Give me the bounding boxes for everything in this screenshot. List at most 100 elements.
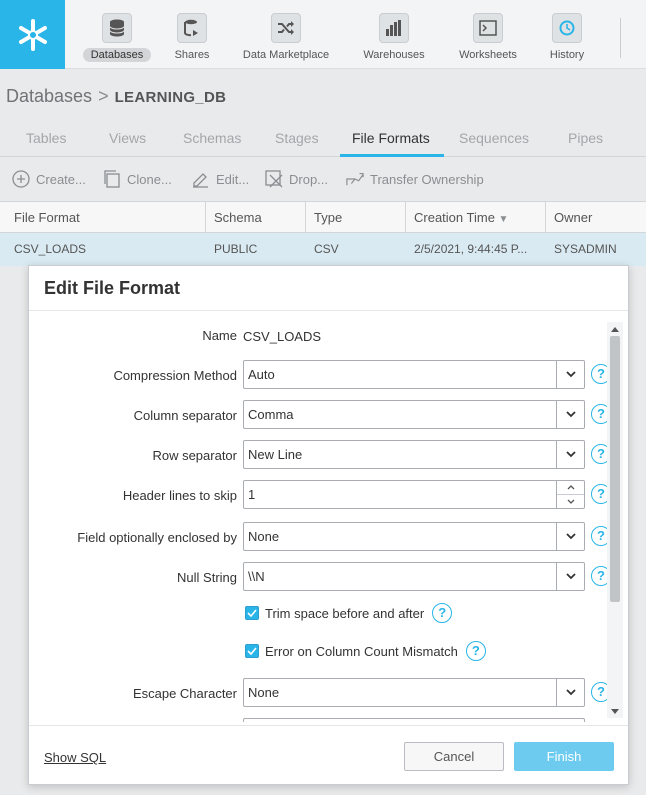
error-mismatch-option: Error on Column Count Mismatch ? — [245, 641, 486, 661]
tab-views[interactable]: Views — [109, 130, 146, 146]
nav-label: Warehouses — [363, 49, 425, 61]
nav-history[interactable]: History — [538, 0, 596, 69]
drop-icon — [265, 170, 283, 188]
table-row[interactable]: CSV_LOADS PUBLIC CSV 2/5/2021, 9:44:45 P… — [0, 233, 646, 266]
transfer-ownership-button[interactable]: Transfer Ownership — [346, 170, 484, 188]
stepper-down-icon[interactable] — [557, 495, 584, 508]
show-sql-link[interactable]: Show SQL — [44, 750, 106, 765]
share-icon — [177, 13, 207, 43]
drop-button[interactable]: Drop... — [265, 170, 328, 188]
chevron-down-icon — [556, 361, 584, 388]
breadcrumb-databases[interactable]: Databases — [6, 86, 92, 106]
edit-label: Edit... — [216, 171, 250, 187]
pencil-icon — [192, 170, 210, 188]
warehouse-icon — [379, 13, 409, 43]
chevron-down-icon — [556, 401, 584, 428]
snowflake-icon — [18, 18, 47, 51]
edit-button[interactable]: Edit... — [192, 170, 249, 188]
header-lines-label: Header lines to skip — [122, 488, 237, 503]
transfer-label: Transfer Ownership — [370, 171, 484, 187]
history-icon — [552, 13, 582, 43]
snowflake-logo[interactable] — [0, 0, 65, 69]
help-icon[interactable]: ? — [591, 526, 607, 546]
shuffle-icon — [271, 13, 301, 43]
help-icon[interactable]: ? — [591, 404, 607, 424]
chevron-down-icon — [556, 441, 584, 468]
object-tabs: Tables Views Schemas Stages File Formats… — [0, 124, 646, 157]
tab-sequences[interactable]: Sequences — [459, 130, 529, 146]
tab-stages[interactable]: Stages — [275, 130, 319, 146]
tab-tables[interactable]: Tables — [26, 130, 66, 146]
help-icon[interactable]: ? — [591, 364, 607, 384]
scroll-down-icon[interactable] — [610, 706, 620, 716]
breadcrumb-current: LEARNING_DB — [114, 89, 227, 106]
finish-button[interactable]: Finish — [514, 742, 614, 771]
escape-character-select[interactable]: None — [243, 678, 585, 707]
cell-owner: SYSADMIN — [554, 242, 617, 256]
column-header-file-format[interactable]: File Format — [6, 202, 206, 233]
compression-label: Compression Method — [113, 368, 237, 383]
column-header-creation-time[interactable]: Creation Time ▼ — [406, 202, 546, 233]
dialog-body: Name CSV_LOADS Compression Method Auto ?… — [29, 312, 607, 722]
dialog-footer-divider — [29, 725, 628, 726]
clone-button[interactable]: Clone... — [103, 170, 172, 188]
help-icon[interactable]: ? — [591, 444, 607, 464]
clone-icon — [103, 170, 121, 188]
breadcrumb-separator: > — [98, 86, 109, 106]
tab-schemas[interactable]: Schemas — [183, 130, 241, 146]
column-header-schema[interactable]: Schema — [206, 202, 306, 233]
trim-space-checkbox[interactable] — [245, 606, 259, 620]
name-value: CSV_LOADS — [243, 329, 322, 344]
error-mismatch-checkbox[interactable] — [245, 644, 259, 658]
error-mismatch-label: Error on Column Count Mismatch — [265, 643, 458, 659]
toolbar: Create... Clone... Edit... Drop... Trans… — [0, 158, 646, 200]
nav-data-marketplace[interactable]: Data Marketplace — [232, 0, 340, 69]
help-icon[interactable]: ? — [591, 566, 607, 586]
scrollbar-thumb[interactable] — [610, 336, 620, 602]
help-icon[interactable]: ? — [591, 682, 607, 702]
nav-databases[interactable]: Databases — [80, 0, 154, 69]
cancel-button[interactable]: Cancel — [404, 742, 504, 771]
breadcrumb: Databases > LEARNING_DB — [6, 86, 226, 107]
terminal-icon — [473, 13, 503, 43]
column-header-owner[interactable]: Owner — [546, 202, 646, 233]
chevron-down-icon — [556, 523, 584, 550]
compression-select[interactable]: Auto — [243, 360, 585, 389]
trim-space-option: Trim space before and after ? — [245, 603, 453, 623]
help-icon[interactable]: ? — [591, 484, 607, 504]
tab-file-formats[interactable]: File Formats — [352, 130, 430, 146]
chevron-down-icon — [556, 679, 584, 706]
cell-file-format: CSV_LOADS — [14, 242, 87, 256]
dialog-scrollbar[interactable] — [607, 322, 623, 718]
tab-pipes[interactable]: Pipes — [568, 130, 603, 146]
column-header-type[interactable]: Type — [306, 202, 406, 233]
nav-divider — [620, 18, 621, 58]
row-separator-label: Row separator — [152, 448, 237, 463]
stepper-controls — [556, 481, 584, 508]
create-button[interactable]: Create... — [12, 170, 86, 188]
cell-type: CSV — [314, 242, 339, 256]
chevron-down-icon — [556, 563, 584, 590]
help-icon[interactable]: ? — [432, 603, 453, 623]
transfer-icon — [346, 170, 364, 188]
nav-shares[interactable]: Shares — [170, 0, 214, 69]
nav-worksheets[interactable]: Worksheets — [448, 0, 528, 69]
column-separator-select[interactable]: Comma — [243, 400, 585, 429]
next-field-select[interactable] — [243, 718, 585, 722]
table-header: File Format Schema Type Creation Time ▼ … — [0, 201, 646, 233]
enclosed-by-label: Field optionally enclosed by — [77, 530, 237, 545]
nav-label: Databases — [82, 48, 152, 62]
nav-warehouses[interactable]: Warehouses — [352, 0, 436, 69]
row-separator-select[interactable]: New Line — [243, 440, 585, 469]
name-label: Name — [202, 328, 237, 343]
scroll-up-icon[interactable] — [610, 324, 620, 334]
help-icon[interactable]: ? — [465, 641, 486, 661]
top-nav: Databases Shares Data Marketplace Wareho… — [0, 0, 646, 69]
null-string-select[interactable]: \\N — [243, 562, 585, 591]
trim-space-label: Trim space before and after — [265, 605, 425, 621]
stepper-up-icon[interactable] — [557, 481, 584, 495]
dialog-title: Edit File Format — [44, 278, 181, 298]
active-tab-indicator — [340, 154, 444, 157]
header-lines-stepper[interactable]: 1 — [243, 480, 585, 509]
enclosed-by-select[interactable]: None — [243, 522, 585, 551]
